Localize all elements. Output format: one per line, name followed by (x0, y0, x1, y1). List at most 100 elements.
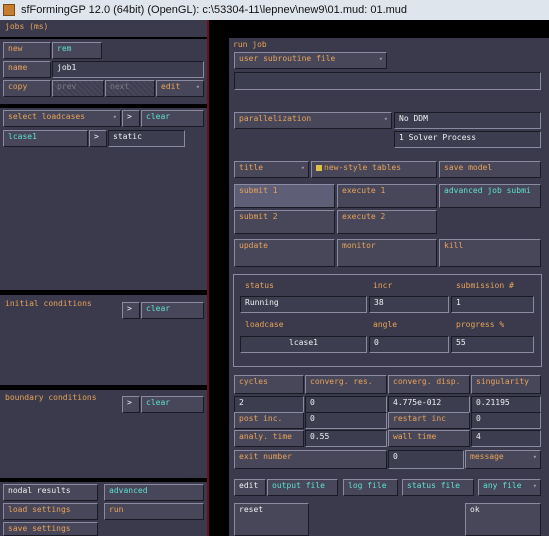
job-name-field[interactable]: job1 (52, 61, 204, 78)
analy-time-label: analy. time (234, 430, 304, 447)
post-inc-label: post inc. (234, 412, 304, 429)
loadcase-value: lcase1 (240, 336, 367, 353)
any-file-label: any file (483, 481, 522, 490)
incr-label: incr (373, 281, 393, 290)
chevron-down-icon: ▾ (195, 83, 200, 91)
angle-value: 0 (369, 336, 449, 353)
converg-disp-value: 4.775e-012 (388, 396, 470, 413)
chevron-down-icon: ▾ (112, 113, 117, 121)
save-settings-button[interactable]: save settings (3, 522, 98, 536)
execute-2-button[interactable]: execute 2 (337, 210, 437, 234)
wall-time-value: 4 (471, 430, 541, 447)
job-name-label: name (3, 61, 51, 78)
chevron-down-icon: ▾ (300, 164, 305, 172)
run-button[interactable]: run (104, 503, 204, 520)
ddm-field: No DDM (394, 112, 541, 129)
loadcases-arrow-button[interactable]: > (122, 110, 140, 127)
singularity-header: singularity (471, 375, 541, 394)
converg-res-value: 0 (305, 396, 387, 413)
cycles-header: cycles (234, 375, 304, 394)
monitor-button[interactable]: monitor (337, 239, 437, 267)
jobs-panel-title: jobs (ms) (5, 22, 49, 31)
edit-file-button[interactable]: edit (234, 479, 266, 496)
status-label: status (245, 281, 274, 290)
remove-job-button[interactable]: rem (52, 42, 102, 59)
edit-job-button[interactable]: edit ▾ (156, 80, 204, 97)
converg-res-header: converg. res. (305, 375, 387, 394)
wall-time-label: wall time (388, 430, 470, 447)
run-job-title: run job (233, 40, 267, 49)
window-titlebar: sfFormingGP 12.0 (64bit) (OpenGL): c:\53… (0, 0, 549, 20)
restart-inc-value: 0 (471, 412, 541, 429)
user-subroutine-file-label: user subroutine file (239, 54, 336, 63)
analy-time-value: 0.55 (305, 430, 387, 447)
submit-2-button[interactable]: submit 2 (234, 210, 335, 234)
chevron-down-icon: ▾ (532, 453, 537, 461)
status-value: Running (240, 296, 367, 313)
app-icon (3, 4, 15, 16)
new-job-button[interactable]: new (3, 42, 51, 59)
parallelization-label: parallelization (239, 114, 312, 123)
exit-number-value: 0 (388, 450, 464, 469)
submit-1-button[interactable]: submit 1 (234, 184, 335, 208)
message-label: message (470, 452, 504, 461)
reset-button[interactable]: reset (234, 503, 309, 536)
title-label: title (239, 163, 264, 172)
clear-boundary-conditions-button[interactable]: clear (141, 396, 204, 413)
loadcase-item[interactable]: lcase1 (3, 130, 88, 147)
new-style-tables-label: new-style tables (324, 163, 402, 172)
status-file-button[interactable]: status file (402, 479, 474, 496)
user-subroutine-file-button[interactable]: user subroutine file ▾ (234, 52, 387, 69)
boundary-conditions-arrow-button[interactable]: > (122, 396, 140, 413)
loadcase-type-field: static (108, 130, 185, 147)
progress-label: progress % (456, 320, 505, 329)
kill-button[interactable]: kill (439, 239, 541, 267)
title-button[interactable]: title ▾ (234, 161, 309, 178)
save-model-button[interactable]: save model (439, 161, 541, 178)
boundary-conditions-label: boundary conditions (5, 393, 97, 402)
user-subroutine-file-field[interactable] (234, 72, 541, 90)
incr-value: 38 (369, 296, 449, 313)
submission-label: submission # (456, 281, 514, 290)
advanced-job-submit-button[interactable]: advanced job submi (439, 184, 541, 208)
checkbox-icon (316, 164, 322, 171)
load-settings-button[interactable]: load settings (3, 503, 98, 520)
log-file-button[interactable]: log file (343, 479, 398, 496)
update-button[interactable]: update (234, 239, 335, 267)
post-inc-value: 0 (305, 412, 387, 429)
submission-value: 1 (451, 296, 534, 313)
window-title: sfFormingGP 12.0 (64bit) (OpenGL): c:\53… (21, 4, 408, 16)
initial-conditions-arrow-button[interactable]: > (122, 302, 140, 319)
select-loadcases-label: select loadcases (8, 112, 86, 121)
new-style-tables-toggle[interactable]: new-style tables (311, 161, 437, 178)
cycles-value: 2 (234, 396, 304, 413)
prev-job-button[interactable]: prev (52, 80, 104, 97)
initial-conditions-label: initial conditions (5, 299, 92, 308)
next-job-button[interactable]: next (105, 80, 155, 97)
chevron-down-icon: ▾ (378, 55, 383, 63)
edit-job-label: edit (161, 82, 181, 91)
exit-number-label: exit number (234, 450, 387, 469)
parallelization-button[interactable]: parallelization ▾ (234, 112, 392, 129)
chevron-down-icon: ▾ (532, 482, 537, 490)
clear-initial-conditions-button[interactable]: clear (141, 302, 204, 319)
chevron-down-icon: ▾ (383, 115, 388, 123)
clear-loadcases-button[interactable]: clear (141, 110, 204, 127)
any-file-button[interactable]: any file ▾ (478, 479, 541, 496)
loadcase-label: loadcase (245, 320, 284, 329)
loadcase-arrow-button[interactable]: > (89, 130, 107, 147)
advanced-button[interactable]: advanced (104, 484, 204, 501)
solver-process-field: 1 Solver Process (394, 131, 541, 148)
ok-button[interactable]: ok (465, 503, 541, 536)
progress-value: 55 (451, 336, 534, 353)
nodal-results-button[interactable]: nodal results (3, 484, 98, 501)
copy-job-button[interactable]: copy (3, 80, 51, 97)
output-file-button[interactable]: output file (267, 479, 338, 496)
message-button[interactable]: message ▾ (465, 450, 541, 469)
execute-1-button[interactable]: execute 1 (337, 184, 437, 208)
singularity-value: 0.21195 (471, 396, 541, 413)
restart-inc-label: restart inc (388, 412, 470, 429)
select-loadcases-button[interactable]: select loadcases ▾ (3, 110, 121, 127)
converg-disp-header: converg. disp. (388, 375, 470, 394)
angle-label: angle (373, 320, 398, 329)
